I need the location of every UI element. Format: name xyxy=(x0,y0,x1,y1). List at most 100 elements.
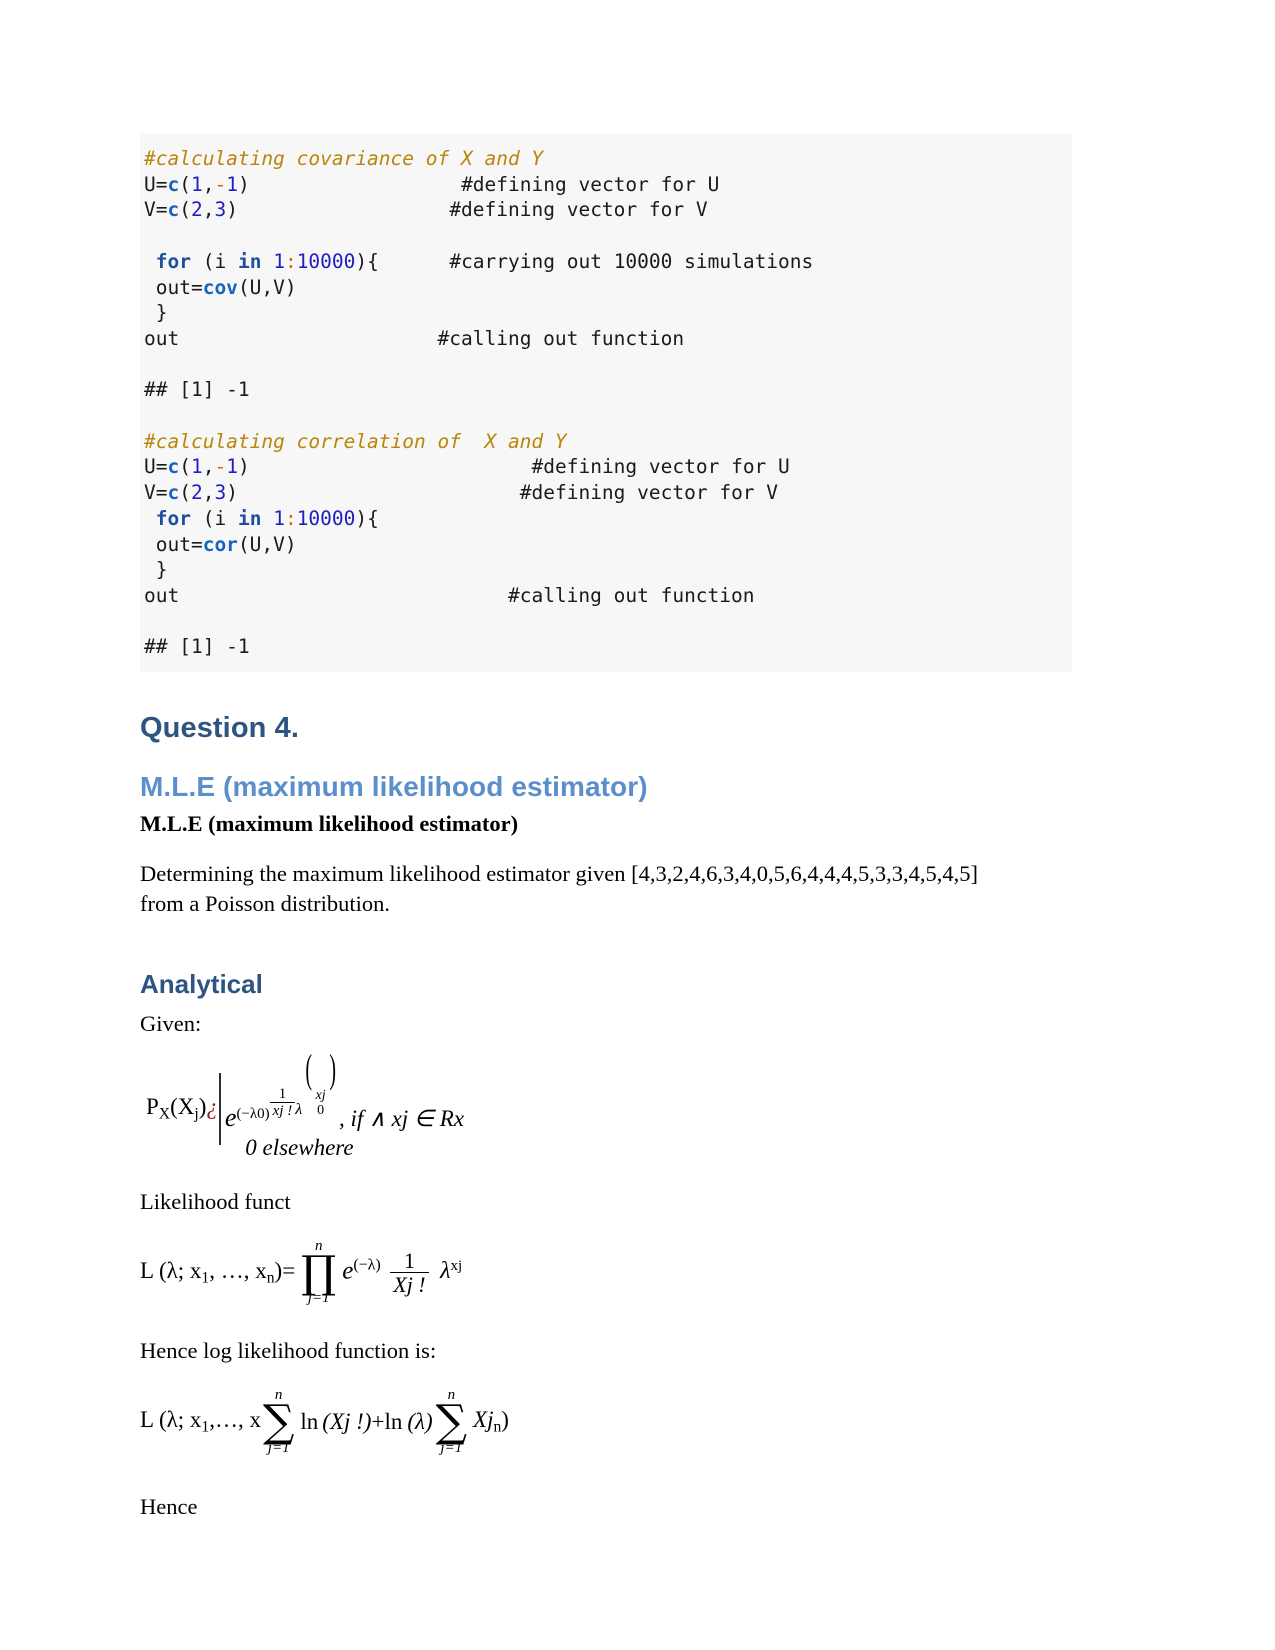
code-token: ) xyxy=(226,198,238,222)
intro-line-2: from a Poisson distribution. xyxy=(140,891,391,917)
code-token: #carrying out 10000 simulations xyxy=(449,249,814,273)
code-token: in xyxy=(237,506,262,530)
code-token: } xyxy=(144,301,168,325)
code-token: c xyxy=(167,172,180,196)
document-page: #calculating covariance of X and Y U=c(1,… xyxy=(0,0,1275,1650)
code-line: } xyxy=(140,557,1072,583)
r-code-block: #calculating covariance of X and Y U=c(1,… xyxy=(140,134,1072,673)
code-token: U= xyxy=(144,455,168,479)
lik-frac-num: 1 xyxy=(390,1248,429,1274)
code-token: ){ xyxy=(355,506,379,530)
code-token: 10000 xyxy=(296,506,356,530)
log-mid: ,…, x xyxy=(209,1407,261,1433)
code-token: cov xyxy=(202,275,238,299)
paragraph-likelihood-funct: Likelihood funct xyxy=(140,1189,291,1215)
log-sum2-glyph: ∑ xyxy=(435,1396,468,1448)
formula-poisson-pmf: PX(Xj)¿ e(−λ0) 1 xj ! λ(xj 0), if ∧ xj ∈ Rx … xyxy=(146,1046,464,1161)
code-line: for (i in 1:10000){ xyxy=(140,506,1072,532)
log-ln1: ln xyxy=(300,1409,319,1435)
pmf-lambda: λ xyxy=(295,1101,303,1119)
heading-question-4: Question 4. xyxy=(140,712,300,745)
code-token: 2 xyxy=(190,198,203,222)
pmf-P-sub: X xyxy=(158,1105,171,1123)
code-token: V= xyxy=(144,198,168,222)
lik-frac-den: Xj ! xyxy=(393,1272,426,1298)
code-token: : xyxy=(284,506,297,530)
pmf-vec-top: xj xyxy=(315,1087,326,1103)
lik-e: e xyxy=(342,1256,354,1284)
log-ln1-arg: (Xj !) xyxy=(322,1409,372,1435)
pmf-case-bar xyxy=(218,1073,221,1146)
code-token: ( xyxy=(179,455,191,479)
code-line: U=c(1,-1) #defining vector for U xyxy=(140,454,1072,480)
code-token: c xyxy=(167,198,180,222)
log-close: ) xyxy=(501,1407,509,1433)
code-token: , xyxy=(202,481,215,505)
code-line: U=c(1,-1) #defining vector for U xyxy=(140,172,1072,198)
paragraph-hence: Hence xyxy=(140,1493,198,1519)
code-line: out #calling out function xyxy=(140,326,1072,352)
code-token: out= xyxy=(144,275,203,299)
code-token: V= xyxy=(144,481,168,505)
log-tail: Xj xyxy=(473,1407,494,1433)
lik-lhs: L (λ; x xyxy=(140,1258,202,1284)
code-token: 1 xyxy=(190,455,203,479)
code-token: 3 xyxy=(214,481,227,505)
code-line: #calculating covariance of X and Y xyxy=(140,146,1072,172)
pmf-condition: , if ∧ xj ∈ Rx xyxy=(338,1106,464,1132)
log-sum1-glyph: ∑ xyxy=(262,1396,295,1448)
pmf-P: P xyxy=(146,1094,159,1120)
code-line: ## [1] -1 xyxy=(140,634,1072,660)
log-lhs: L (λ; x xyxy=(140,1407,202,1433)
paragraph-hence-log: Hence log likelihood function is: xyxy=(140,1338,437,1364)
pmf-frac-den: xj ! xyxy=(272,1102,293,1119)
log-sum-operator-2: n ∑ j=1 xyxy=(436,1388,467,1455)
code-token: (U,V) xyxy=(237,275,297,299)
code-token: (i xyxy=(190,249,238,273)
lik-lambda-sup: xj xyxy=(450,1257,463,1274)
code-token: #calling out function xyxy=(437,326,685,350)
pmf-e: e xyxy=(224,1103,237,1133)
code-token: ){ xyxy=(355,249,379,273)
code-token: ## [1] -1 xyxy=(144,635,250,659)
lik-e-sup: (−λ) xyxy=(353,1256,381,1273)
log-ln2: ln xyxy=(384,1409,403,1435)
lik-prod-glyph: ∏ xyxy=(301,1247,337,1299)
lik-mid: , …, x xyxy=(209,1258,267,1284)
paragraph-given: Given: xyxy=(140,1011,202,1037)
code-token: ( xyxy=(179,198,191,222)
code-token: cor xyxy=(202,532,238,556)
heading-analytical: Analytical xyxy=(140,969,263,1000)
code-token: 1 xyxy=(190,172,203,196)
code-token: ( xyxy=(179,481,191,505)
code-line: } xyxy=(140,300,1072,326)
code-token: #defining vector for V xyxy=(449,198,708,222)
pmf-elsewhere: 0 elsewhere xyxy=(245,1135,354,1161)
intro-line-1: Determining the maximum likelihood estim… xyxy=(140,861,979,887)
code-token: , xyxy=(202,198,215,222)
code-token: out xyxy=(144,326,180,350)
code-token: , xyxy=(202,455,215,479)
code-token: in xyxy=(237,249,262,273)
code-token: 1 xyxy=(273,506,285,530)
code-token: (i xyxy=(190,506,238,530)
code-token: for xyxy=(155,506,191,530)
code-line: #calculating correlation of X and Y xyxy=(140,429,1072,455)
log-plus: + xyxy=(371,1409,385,1435)
code-token: , xyxy=(202,172,215,196)
pmf-frac-num: 1 xyxy=(269,1086,296,1103)
code-token: #calculating correlation of X and Y xyxy=(144,429,567,453)
code-token: - xyxy=(214,172,227,196)
code-line: ## [1] -1 xyxy=(140,377,1072,403)
code-token: 1 xyxy=(226,172,238,196)
code-token: - xyxy=(214,455,227,479)
